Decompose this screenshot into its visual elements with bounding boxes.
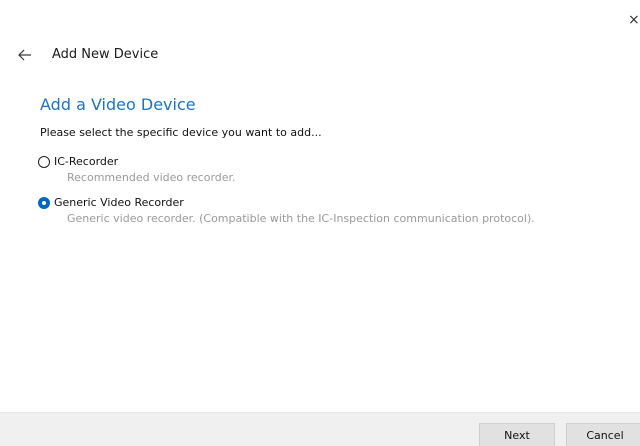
dialog-footer: Next Cancel xyxy=(0,412,640,446)
cancel-button[interactable]: Cancel xyxy=(566,423,640,446)
generic-video-recorder-radio[interactable] xyxy=(38,197,50,209)
dialog-header: Add New Device xyxy=(18,45,158,65)
close-button[interactable]: × xyxy=(628,11,640,29)
option-label[interactable]: IC-Recorder xyxy=(54,154,118,170)
close-icon[interactable]: × xyxy=(628,12,640,28)
option-ic-recorder[interactable]: IC-Recorder Recommended video recorder. xyxy=(38,154,236,185)
next-button[interactable]: Next xyxy=(479,423,555,446)
section-title: Add a Video Device xyxy=(40,95,196,114)
option-label[interactable]: Generic Video Recorder xyxy=(54,195,184,211)
option-generic-video-recorder[interactable]: Generic Video Recorder Generic video rec… xyxy=(38,195,535,226)
arrow-left-icon[interactable] xyxy=(18,49,32,61)
option-description: Generic video recorder. (Compatible with… xyxy=(67,212,535,225)
option-row[interactable]: Generic Video Recorder xyxy=(38,195,535,211)
page-title: Add New Device xyxy=(52,47,159,62)
option-row[interactable]: IC-Recorder xyxy=(38,154,236,170)
option-description: Recommended video recorder. xyxy=(67,171,236,184)
ic-recorder-radio[interactable] xyxy=(38,156,50,168)
instruction-text: Please select the specific device you wa… xyxy=(40,126,322,139)
add-device-dialog: × Add New Device Add a Video Device Plea… xyxy=(0,0,640,446)
back-button[interactable] xyxy=(18,45,38,65)
